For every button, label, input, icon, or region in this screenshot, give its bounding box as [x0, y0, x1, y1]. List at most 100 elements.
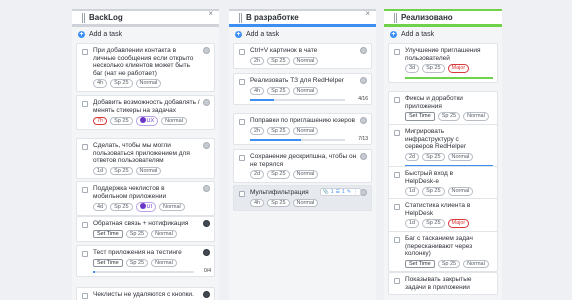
checkbox[interactable]: [82, 49, 88, 55]
task-card[interactable]: Сделать, чтобы мы могли пользоваться при…: [76, 138, 215, 180]
sprint-tag[interactable]: Sp 25: [437, 112, 461, 121]
estimate-tag[interactable]: 2d: [250, 170, 265, 179]
priority-tag[interactable]: Normal: [151, 229, 177, 239]
task-card[interactable]: Тест приложения на тестинге Set Time Sp …: [76, 245, 215, 278]
checkbox[interactable]: [394, 204, 400, 210]
priority-tag[interactable]: Normal: [292, 198, 319, 208]
checklist-icon[interactable]: ☰: [336, 189, 340, 195]
estimate-tag[interactable]: 2h: [250, 56, 265, 66]
close-icon[interactable]: ×: [365, 9, 370, 18]
task-card[interactable]: Показывать закрытые задачи в приложении: [388, 272, 498, 296]
checkbox[interactable]: [394, 130, 400, 136]
task-card[interactable]: Поддержка чеклистов в мобильном приложен…: [76, 181, 215, 216]
set-time-button[interactable]: Set Time: [93, 229, 123, 239]
drag-handle-icon[interactable]: [82, 12, 85, 23]
task-card[interactable]: Поправки по приглашению юзеров 2h Sp 25 …: [233, 113, 372, 146]
task-card[interactable]: Улучшение приглашения пользователей 3d S…: [388, 43, 498, 83]
checkbox[interactable]: [394, 278, 400, 284]
estimate-tag[interactable]: 2h: [250, 126, 265, 136]
sprint-tag[interactable]: Sp 25: [267, 170, 290, 179]
task-card[interactable]: При добавлении контакта в личные сообщен…: [76, 43, 215, 92]
attachment-icon[interactable]: 📎: [323, 189, 329, 195]
task-card[interactable]: Баг с тасканием задач (пересканивают чер…: [388, 231, 498, 273]
checkbox[interactable]: [394, 97, 400, 103]
sprint-tag[interactable]: Sp 25: [422, 64, 445, 73]
estimate-tag[interactable]: 4d: [93, 202, 108, 212]
sprint-tag[interactable]: Sp 25: [125, 229, 149, 239]
set-time-button[interactable]: Set Time: [405, 112, 435, 121]
checkbox[interactable]: [82, 144, 88, 150]
checkbox[interactable]: [394, 49, 400, 55]
estimate-tag[interactable]: 1d: [405, 219, 420, 228]
task-card[interactable]: Обратная связь + нотификация Set Time Sp…: [76, 216, 215, 243]
estimate-tag[interactable]: 4h: [93, 79, 108, 88]
priority-tag[interactable]: Normal: [447, 152, 474, 162]
sprint-tag[interactable]: Sp 25: [125, 258, 149, 268]
priority-tag[interactable]: Normal: [463, 259, 489, 269]
priority-tag[interactable]: Normal: [292, 170, 319, 179]
checkbox[interactable]: [82, 251, 88, 257]
checkbox[interactable]: [82, 293, 88, 299]
checkbox[interactable]: [239, 191, 245, 197]
checkbox[interactable]: [82, 101, 88, 107]
sprint-tag[interactable]: Sp 25: [267, 86, 290, 96]
sprint-tag[interactable]: Sp 25: [110, 166, 133, 176]
sprint-tag[interactable]: Sp 25: [422, 152, 445, 162]
sprint-tag[interactable]: Sp 25: [110, 79, 133, 88]
priority-tag[interactable]: Normal: [151, 258, 177, 268]
sprint-tag[interactable]: Sp 25: [267, 198, 290, 208]
priority-tag[interactable]: Normal: [292, 86, 319, 96]
label-tag[interactable]: UI: [135, 202, 156, 212]
column-header[interactable]: В разработке ×: [229, 9, 376, 27]
checkbox[interactable]: [239, 119, 245, 125]
sprint-tag[interactable]: Sp 25: [422, 219, 445, 228]
priority-tag[interactable]: Normal: [292, 126, 319, 136]
checkbox[interactable]: [394, 237, 400, 243]
estimate-tag[interactable]: 3d: [405, 64, 420, 73]
priority-tag[interactable]: Normal: [447, 187, 474, 196]
add-task-button[interactable]: + Add a task: [384, 27, 502, 41]
checkbox[interactable]: [394, 172, 400, 178]
estimate-tag[interactable]: 4h: [250, 86, 265, 96]
priority-tag[interactable]: Normal: [135, 79, 162, 88]
priority-tag[interactable]: Normal: [159, 202, 185, 212]
add-task-button[interactable]: + Add a task: [229, 27, 376, 41]
column-header[interactable]: Реализовано: [384, 9, 502, 27]
drag-handle-icon[interactable]: [394, 12, 397, 23]
priority-tag[interactable]: Normal: [463, 112, 489, 121]
task-card[interactable]: 📎 1 ☰ 1 ✎ ⋮ Мультифильтрация 4h Sp 25 No…: [233, 185, 372, 212]
task-card[interactable]: Реализовать ТЗ для RedHelper 4h Sp 25 No…: [233, 73, 372, 106]
sprint-tag[interactable]: Sp 25: [437, 259, 461, 269]
priority-tag[interactable]: Normal: [161, 116, 187, 126]
checkbox[interactable]: [82, 222, 88, 228]
sprint-tag[interactable]: Sp 25: [267, 56, 290, 66]
close-icon[interactable]: ×: [208, 9, 213, 18]
more-icon[interactable]: ⋮: [353, 189, 358, 195]
task-card[interactable]: Мигрировать инфраструктуру с серверов Re…: [388, 124, 498, 172]
priority-tag[interactable]: Normal: [292, 56, 319, 66]
priority-tag[interactable]: Major: [447, 219, 470, 228]
estimate-tag[interactable]: 2d: [405, 152, 420, 162]
drag-handle-icon[interactable]: [239, 12, 242, 23]
checkbox[interactable]: [239, 155, 245, 161]
edit-icon[interactable]: ✎: [347, 189, 351, 195]
set-time-button[interactable]: Set Time: [405, 259, 435, 269]
sprint-tag[interactable]: Sp 25: [422, 187, 445, 196]
estimate-tag[interactable]: 1d: [405, 187, 420, 196]
column-header[interactable]: BackLog ×: [72, 9, 219, 27]
task-card[interactable]: Чеклисты не удаляются с кнопки.: [76, 287, 215, 300]
priority-tag[interactable]: Major: [447, 64, 470, 73]
label-tag[interactable]: UX: [135, 116, 159, 126]
sprint-tag[interactable]: Sp 25: [110, 116, 133, 126]
estimate-tag[interactable]: 1d: [93, 166, 108, 176]
checkbox[interactable]: [82, 187, 88, 193]
task-card[interactable]: Сохранение дескрипшна, чтобы он не терял…: [233, 149, 372, 183]
priority-tag[interactable]: Normal: [135, 166, 162, 176]
task-card[interactable]: Добавить возможность добавлять / менять …: [76, 95, 215, 130]
estimate-tag[interactable]: 7h: [93, 116, 108, 126]
sprint-tag[interactable]: Sp 25: [267, 126, 290, 136]
checkbox[interactable]: [239, 79, 245, 85]
checkbox[interactable]: [239, 49, 245, 55]
set-time-button[interactable]: Set Time: [93, 258, 123, 268]
task-card[interactable]: Ctrl+V картинок в чате 2h Sp 25 Normal: [233, 43, 372, 70]
